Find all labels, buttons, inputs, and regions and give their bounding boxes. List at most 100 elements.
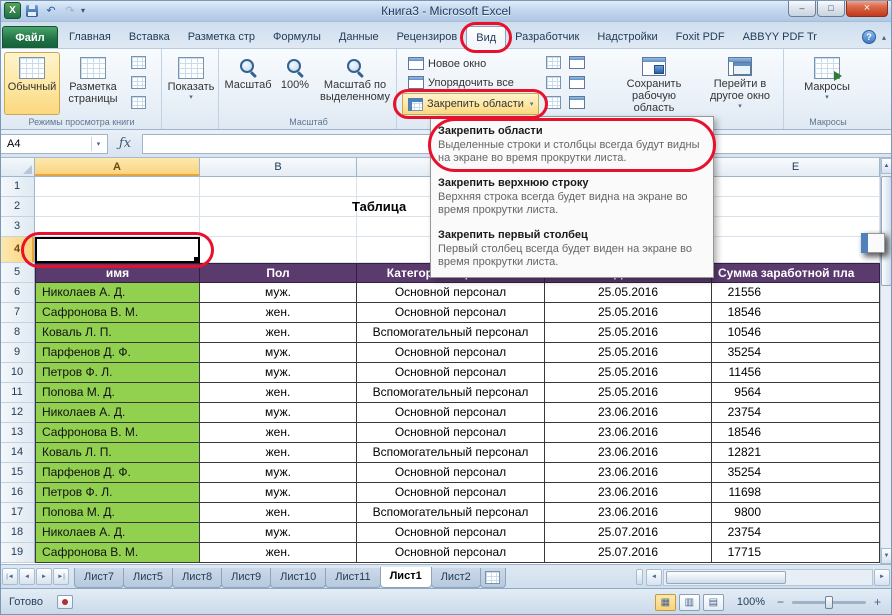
cell-B12[interactable]: муж. xyxy=(200,403,357,423)
cell-C19[interactable]: Основной персонал xyxy=(357,543,545,563)
new-window-button[interactable]: Новое окно xyxy=(402,54,492,73)
cell-C14[interactable]: Вспомогательный персонал xyxy=(357,443,545,463)
reset-window-position-button[interactable] xyxy=(568,94,586,111)
cell-A12[interactable]: Николаев А. Д. xyxy=(35,403,200,423)
cell-B3[interactable] xyxy=(200,217,357,237)
scroll-left-button[interactable]: ◄ xyxy=(646,569,662,586)
cell-E16[interactable]: 11698 xyxy=(712,483,880,503)
zoom-button[interactable]: Масштаб xyxy=(224,52,272,115)
close-button[interactable]: × xyxy=(846,0,888,17)
tab-split-handle[interactable] xyxy=(636,569,643,585)
cell-A2[interactable] xyxy=(35,197,200,217)
previous-sheet-button[interactable]: ◄ xyxy=(19,568,35,585)
row-header-17[interactable]: 17 xyxy=(0,503,35,523)
row-header-10[interactable]: 10 xyxy=(0,363,35,383)
cell-D19[interactable]: 25.07.2016 xyxy=(545,543,712,563)
cell-B6[interactable]: муж. xyxy=(200,283,357,303)
show-button[interactable]: Показать ▾ xyxy=(167,52,215,115)
row-header-6[interactable]: 6 xyxy=(0,283,35,303)
column-header-A[interactable]: A xyxy=(35,158,200,176)
cell-A6[interactable]: Николаев А. Д. xyxy=(35,283,200,303)
tab-review[interactable]: Рецензиров xyxy=(388,26,467,48)
cell-D14[interactable]: 23.06.2016 xyxy=(545,443,712,463)
switch-windows-button[interactable]: Перейти в другое окно ▾ xyxy=(700,52,780,115)
help-icon[interactable]: ? xyxy=(862,30,876,44)
cell-A16[interactable]: Петров Ф. Л. xyxy=(35,483,200,503)
cell-B19[interactable]: жен. xyxy=(200,543,357,563)
row-header-4[interactable]: 4 xyxy=(0,237,35,263)
row-header-13[interactable]: 13 xyxy=(0,423,35,443)
next-sheet-button[interactable]: ► xyxy=(36,568,52,585)
insert-function-button[interactable]: ƒx xyxy=(108,136,142,151)
cell-E1[interactable] xyxy=(712,177,880,197)
menu-item-freeze-panes[interactable]: Закрепить областиВыделенные строки и сто… xyxy=(433,119,711,171)
cell-B11[interactable]: жен. xyxy=(200,383,357,403)
name-box[interactable]: A4 ▾ xyxy=(0,134,108,154)
cell-E15[interactable]: 35254 xyxy=(712,463,880,483)
qat-customize-button[interactable]: ▾ xyxy=(81,6,85,15)
row-header-11[interactable]: 11 xyxy=(0,383,35,403)
cell-A1[interactable] xyxy=(35,177,200,197)
cell-C8[interactable]: Вспомогательный персонал xyxy=(357,323,545,343)
cell-E12[interactable]: 23754 xyxy=(712,403,880,423)
cell-E11[interactable]: 9564 xyxy=(712,383,880,403)
cell-D17[interactable]: 23.06.2016 xyxy=(545,503,712,523)
cell-D7[interactable]: 25.05.2016 xyxy=(545,303,712,323)
cell-E7[interactable]: 18546 xyxy=(712,303,880,323)
cell-D6[interactable]: 25.05.2016 xyxy=(545,283,712,303)
cell-A17[interactable]: Попова М. Д. xyxy=(35,503,200,523)
save-button[interactable] xyxy=(24,3,40,19)
tab-abbyy-pdf[interactable]: ABBYY PDF Tr xyxy=(734,26,826,48)
cell-C16[interactable]: Основной персонал xyxy=(357,483,545,503)
cell-A10[interactable]: Петров Ф. Л. xyxy=(35,363,200,383)
cell-D13[interactable]: 23.06.2016 xyxy=(545,423,712,443)
vertical-scroll-thumb[interactable] xyxy=(881,176,892,286)
cell-E8[interactable]: 10546 xyxy=(712,323,880,343)
row-header-16[interactable]: 16 xyxy=(0,483,35,503)
row-header-7[interactable]: 7 xyxy=(0,303,35,323)
cell-B2[interactable] xyxy=(200,197,357,217)
zoom-level-text[interactable]: 100% xyxy=(737,596,765,608)
sheet-tab-list9[interactable]: Лист9 xyxy=(221,568,271,588)
sheet-tab-list2[interactable]: Лист2 xyxy=(431,568,481,588)
cell-E17[interactable]: 9800 xyxy=(712,503,880,523)
menu-item-freeze-first-column[interactable]: Закрепить первый столбецПервый столбец в… xyxy=(433,223,711,275)
tab-insert[interactable]: Вставка xyxy=(120,26,179,48)
horizontal-scrollbar[interactable]: ◄ ► xyxy=(636,568,890,586)
tab-file[interactable]: Файл xyxy=(2,26,58,48)
cell-E14[interactable]: 12821 xyxy=(712,443,880,463)
cell-E19[interactable]: 17715 xyxy=(712,543,880,563)
cell-B7[interactable]: жен. xyxy=(200,303,357,323)
page-layout-view-button[interactable]: Разметка страницы xyxy=(62,52,124,115)
cell-C18[interactable]: Основной персонал xyxy=(357,523,545,543)
row-header-15[interactable]: 15 xyxy=(0,463,35,483)
horizontal-scroll-track[interactable] xyxy=(663,569,873,586)
row-header-12[interactable]: 12 xyxy=(0,403,35,423)
tab-formulas[interactable]: Формулы xyxy=(264,26,330,48)
freeze-panes-button[interactable]: Закрепить области ▾ xyxy=(402,93,539,115)
cell-B9[interactable]: муж. xyxy=(200,343,357,363)
cell-B8[interactable]: жен. xyxy=(200,323,357,343)
scroll-right-button[interactable]: ► xyxy=(874,569,890,586)
sheet-tab-list7[interactable]: Лист7 xyxy=(74,568,124,588)
cell-B16[interactable]: муж. xyxy=(200,483,357,503)
cell-A18[interactable]: Николаев А. Д. xyxy=(35,523,200,543)
row-header-3[interactable]: 3 xyxy=(0,217,35,237)
cell-B15[interactable]: муж. xyxy=(200,463,357,483)
scroll-down-button[interactable]: ▼ xyxy=(881,548,892,564)
cell-D9[interactable]: 25.05.2016 xyxy=(545,343,712,363)
zoom-slider-thumb[interactable] xyxy=(825,596,833,609)
minimize-button[interactable]: – xyxy=(788,0,816,17)
full-screen-button[interactable] xyxy=(129,94,147,111)
insert-worksheet-button[interactable] xyxy=(480,568,506,588)
cell-D12[interactable]: 23.06.2016 xyxy=(545,403,712,423)
view-page-layout-button[interactable]: ▥ xyxy=(679,594,700,611)
cell-E4[interactable] xyxy=(712,237,880,263)
column-header-E[interactable]: E xyxy=(712,158,880,176)
macro-record-button[interactable] xyxy=(57,595,73,609)
row-header-2[interactable]: 2 xyxy=(0,197,35,217)
zoom-slider[interactable] xyxy=(792,601,866,604)
page-break-preview-button[interactable] xyxy=(129,54,147,71)
column-header-B[interactable]: B xyxy=(200,158,357,176)
zoom-out-button[interactable]: − xyxy=(774,595,787,609)
